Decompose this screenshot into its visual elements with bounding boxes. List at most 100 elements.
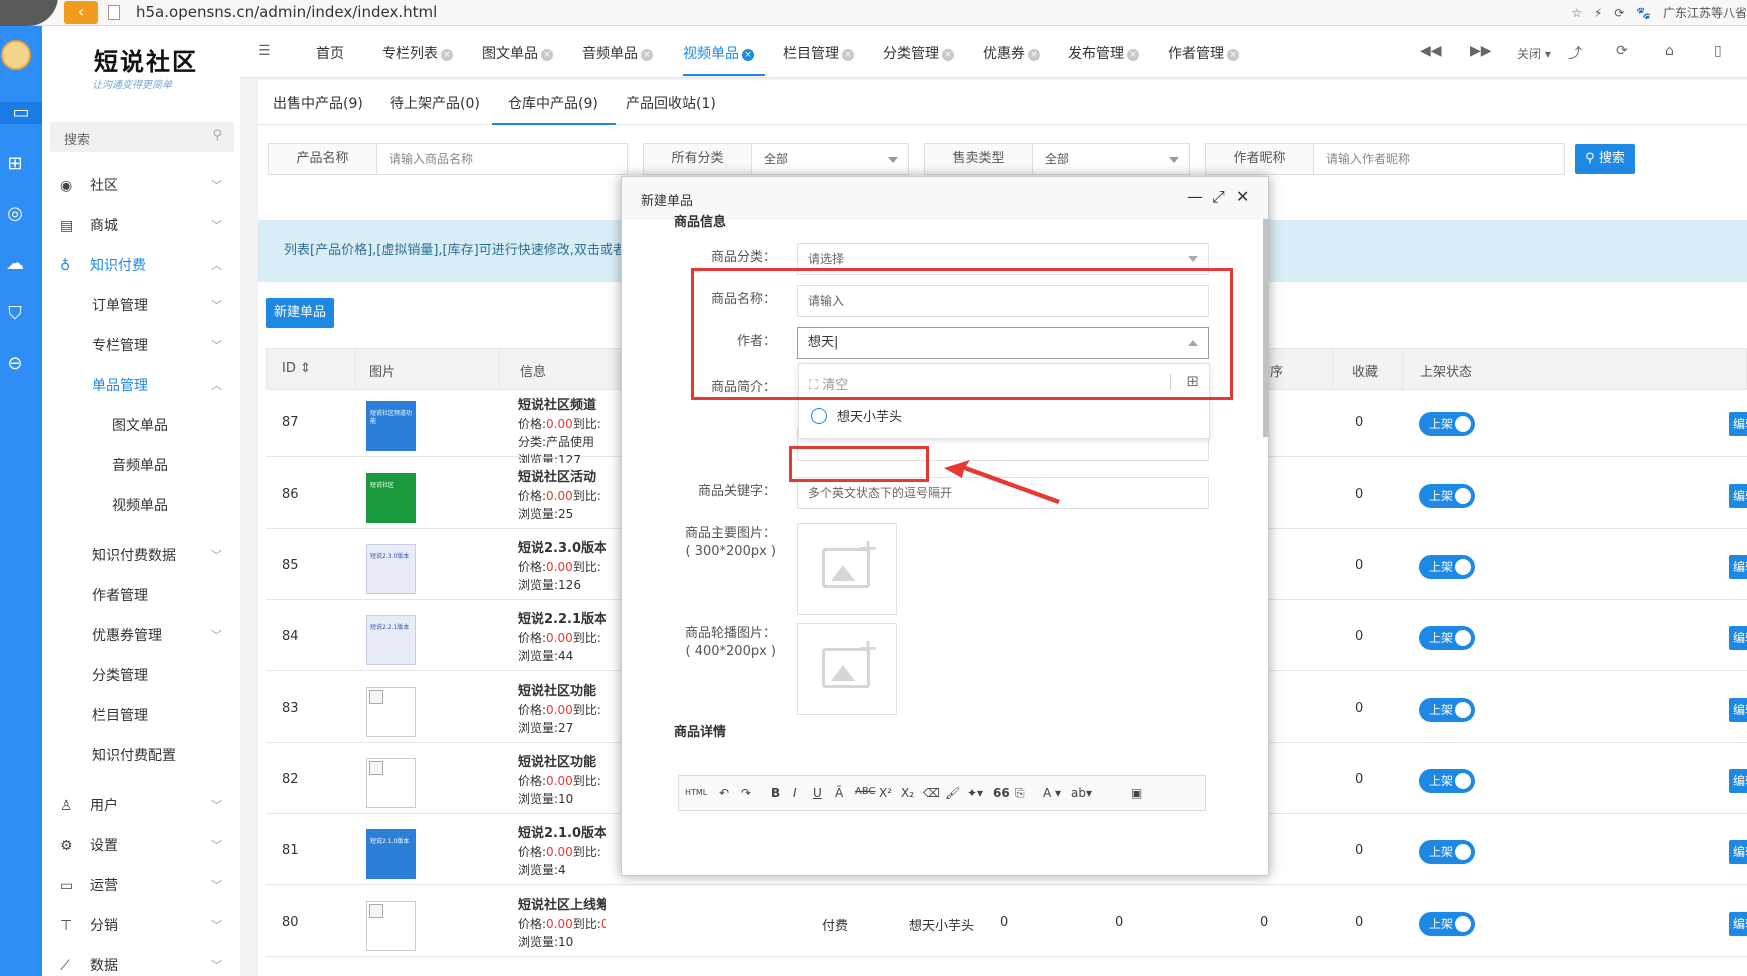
product-price[interactable]: 价格:0.00到比:0.00: [518, 915, 606, 933]
scroll-right-icon[interactable]: ▶▶: [1470, 43, 1492, 59]
sidebar-item-mall[interactable]: ▤ 商城 ﹀: [42, 206, 240, 246]
eraser-icon[interactable]: ⌫: [923, 786, 940, 800]
undo-icon[interactable]: ↶: [719, 786, 729, 800]
listing-toggle[interactable]: 上架: [1419, 555, 1475, 579]
product-thumbnail[interactable]: 短说2.3.0版本: [366, 544, 416, 594]
sidebar-item-categories[interactable]: 分类管理: [42, 656, 240, 696]
sidebar-item-community[interactable]: ◉ 社区 ﹀: [42, 166, 240, 206]
product-title[interactable]: 短说社区功能: [518, 683, 606, 701]
filter-category[interactable]: 所有分类 全部: [643, 143, 909, 175]
sidebar-item-distribution[interactable]: ⊤ 分销 ﹀: [42, 906, 240, 946]
close-icon[interactable]: ×: [1028, 49, 1040, 61]
sidebar-item-knowledge-pay[interactable]: ♁ 知识付费 ︿: [42, 246, 240, 286]
tab-article[interactable]: 图文单品 ×: [482, 43, 553, 63]
product-title[interactable]: 短说社区上线筹备指南: [518, 897, 606, 915]
product-thumbnail[interactable]: 短说社区频道功能: [366, 401, 416, 451]
close-icon[interactable]: ×: [641, 49, 653, 61]
lightning-icon[interactable]: ⚡: [1594, 6, 1602, 20]
listing-toggle[interactable]: 上架: [1419, 412, 1475, 436]
edit-button[interactable]: 编辑: [1729, 626, 1747, 650]
product-thumbnail[interactable]: [366, 758, 416, 808]
close-icon[interactable]: ×: [441, 49, 453, 61]
listing-toggle[interactable]: 上架: [1419, 484, 1475, 508]
tab-categories[interactable]: 分类管理 ×: [883, 43, 954, 63]
sidebar-item-single-products[interactable]: 单品管理 ︿: [42, 366, 240, 406]
fullscreen-icon[interactable]: ▯: [1714, 43, 1722, 59]
edit-button[interactable]: 编辑: [1729, 412, 1747, 436]
quote-icon[interactable]: 66: [993, 786, 1010, 800]
close-icon[interactable]: ×: [742, 49, 754, 61]
search-button[interactable]: ⚲ 搜索: [1575, 144, 1635, 174]
close-icon[interactable]: ×: [541, 49, 553, 61]
product-price[interactable]: 价格:0.00到比:: [518, 701, 606, 719]
close-icon[interactable]: ×: [1227, 49, 1239, 61]
sidebar-item-columns[interactable]: 专栏管理 ﹀: [42, 326, 240, 366]
menu-toggle-icon[interactable]: ☰: [258, 43, 271, 59]
tab-video[interactable]: 视频单品 ×: [683, 43, 754, 63]
author-nickname-input[interactable]: 请输入作者昵称: [1326, 144, 1410, 174]
product-price[interactable]: 价格:0.00到比:: [518, 629, 606, 647]
maximize-icon[interactable]: ⤢: [1212, 187, 1225, 207]
edit-button[interactable]: 编辑: [1729, 555, 1747, 579]
tab-column-list[interactable]: 专栏列表 ×: [382, 43, 453, 63]
tab-sections[interactable]: 栏目管理 ×: [783, 43, 854, 63]
new-product-button[interactable]: 新建单品: [266, 298, 334, 328]
carousel-image-upload[interactable]: +: [797, 623, 897, 715]
product-price[interactable]: 价格:0.00到比:: [518, 558, 606, 576]
sidebar-item-users[interactable]: ♙ 用户 ﹀: [42, 786, 240, 826]
sort-value[interactable]: 0: [1260, 915, 1268, 930]
listing-toggle[interactable]: 上架: [1419, 912, 1475, 936]
html-source-button[interactable]: HTML: [685, 788, 707, 797]
tab-authors[interactable]: 作者管理 ×: [1168, 43, 1239, 63]
tab-publish[interactable]: 发布管理 ×: [1068, 43, 1139, 63]
close-icon[interactable]: ×: [942, 49, 954, 61]
close-icon[interactable]: ×: [842, 49, 854, 61]
listing-toggle[interactable]: 上架: [1419, 769, 1475, 793]
strikethrough-icon[interactable]: ABC: [855, 786, 876, 797]
sidebar-item-settings[interactable]: ⚙ 设置 ﹀: [42, 826, 240, 866]
product-thumbnail[interactable]: 短说2.2.1版本: [366, 615, 416, 665]
author-option[interactable]: 想天小芋头: [811, 406, 902, 425]
product-title[interactable]: 短说社区频道: [518, 397, 606, 415]
home-icon[interactable]: ⌂: [1665, 43, 1674, 59]
sidebar-item-coupons[interactable]: 优惠券管理 ﹀: [42, 616, 240, 656]
sidebar-item-video-products[interactable]: 视频单品: [42, 486, 240, 526]
cloud-icon[interactable]: ☁: [4, 253, 26, 275]
shield-icon[interactable]: ⛉: [4, 303, 26, 325]
sidebar-item-article-products[interactable]: 图文单品: [42, 406, 240, 446]
product-thumbnail[interactable]: [366, 901, 416, 951]
subscript-icon[interactable]: X₂: [901, 786, 914, 800]
browser-search-text[interactable]: 广东江苏等八省: [1663, 6, 1747, 20]
product-thumbnail[interactable]: 短说社区: [366, 473, 416, 523]
back-button[interactable]: ‹: [64, 1, 98, 24]
cloud-link-icon[interactable]: ⊖: [4, 353, 26, 375]
sidebar-search[interactable]: 搜索 ⚲: [50, 122, 234, 152]
tab-audio[interactable]: 音频单品 ×: [582, 43, 653, 63]
sidebar-item-operations[interactable]: ▭ 运营 ﹀: [42, 866, 240, 906]
sidebar-item-authors[interactable]: 作者管理: [42, 576, 240, 616]
preview-icon[interactable]: ▣: [1131, 786, 1142, 800]
refresh-icon[interactable]: ⟳: [1614, 6, 1624, 20]
tab-coupons[interactable]: 优惠券 ×: [983, 43, 1040, 63]
minimize-icon[interactable]: —: [1187, 187, 1203, 206]
cell-value[interactable]: 0: [1115, 915, 1123, 930]
product-price[interactable]: 价格:0.00到比:: [518, 415, 606, 433]
sort-icon[interactable]: ⇕: [300, 361, 311, 376]
product-title[interactable]: 短说2.1.0版本: [518, 825, 606, 843]
address-bar[interactable]: h5a.opensns.cn/admin/index/index.html: [136, 3, 437, 21]
font-border-icon[interactable]: Ā: [835, 786, 843, 800]
product-thumbnail[interactable]: 短说2.1.0版本: [366, 829, 416, 879]
return-icon[interactable]: ⤴: [1568, 43, 1582, 63]
grid-icon[interactable]: ⊞: [4, 153, 26, 175]
tab-warehouse[interactable]: 仓库中产品(9): [508, 93, 598, 113]
edit-button[interactable]: 编辑: [1729, 912, 1747, 936]
sidebar-item-knowledge-config[interactable]: 知识付费配置: [42, 736, 240, 776]
monitor-icon[interactable]: ▭: [0, 102, 42, 124]
product-thumbnail[interactable]: [366, 687, 416, 737]
product-price[interactable]: 价格:0.00到比:: [518, 772, 606, 790]
superscript-icon[interactable]: X²: [879, 786, 892, 800]
dialog-scrollbar[interactable]: [1263, 219, 1269, 437]
product-name-input[interactable]: 请输入商品名称: [389, 144, 473, 174]
close-icon[interactable]: ×: [1127, 49, 1139, 61]
format-brush-icon[interactable]: 🖌: [945, 786, 960, 800]
